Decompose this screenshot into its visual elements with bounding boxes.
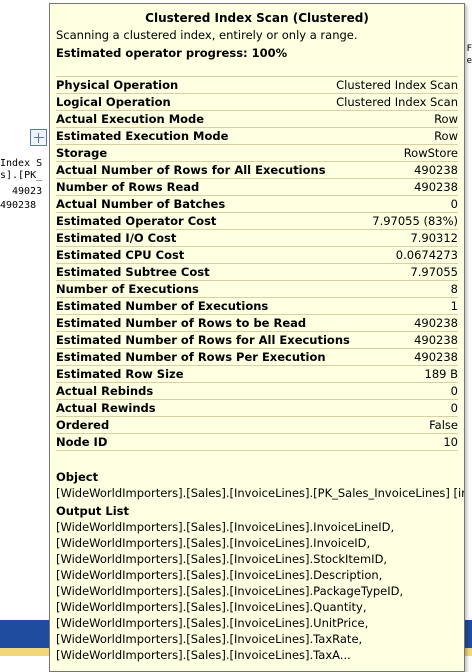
property-row: Actual Execution Mode Row	[56, 111, 458, 128]
clustered-index-scan-icon[interactable]	[30, 129, 47, 146]
plan-node-rows: 490238	[0, 200, 37, 211]
properties-table: Physical Operation Clustered Index Scan Lo…	[56, 76, 458, 451]
property-label: Estimated Subtree Cost	[56, 265, 210, 279]
property-value: 7.90312	[410, 231, 458, 245]
operator-progress: Estimated operator progress: 100%	[56, 46, 288, 60]
property-row: Estimated Subtree Cost 7.97055	[56, 264, 458, 281]
output-column: [WideWorldImporters].[Sales].[InvoiceLin…	[56, 520, 395, 534]
property-value: 490238	[414, 333, 458, 347]
output-list-lines: [WideWorldImporters].[Sales].[InvoiceLin…	[56, 519, 458, 663]
property-value: RowStore	[403, 146, 458, 160]
property-label: Estimated Number of Rows to be Read	[56, 316, 307, 330]
output-column: [WideWorldImporters].[Sales].[InvoiceLin…	[56, 648, 351, 662]
property-value: 10	[443, 435, 458, 449]
property-value: False	[429, 418, 458, 432]
output-list-section: Output List [WideWorldImporters].[Sales]…	[56, 503, 458, 663]
property-label: Estimated Number of Rows for All Executi…	[56, 333, 350, 347]
output-column: [WideWorldImporters].[Sales].[InvoiceLin…	[56, 600, 367, 614]
property-row: Ordered False	[56, 417, 458, 434]
property-row: Estimated Number of Rows for All Executi…	[56, 332, 458, 349]
property-label: Estimated I/O Cost	[56, 231, 177, 245]
property-value: 490238	[414, 163, 458, 177]
output-column: [WideWorldImporters].[Sales].[InvoiceLin…	[56, 552, 388, 566]
property-label: Estimated Operator Cost	[56, 214, 217, 228]
property-label: Number of Executions	[56, 282, 199, 296]
plan-edge-glyph: F	[466, 44, 472, 54]
property-value: Clustered Index Scan	[336, 95, 458, 109]
property-row: Estimated I/O Cost 7.90312	[56, 230, 458, 247]
property-row: Estimated Number of Rows to be Read 49023…	[56, 315, 458, 332]
object-section: Object [WideWorldImporters].[Sales].[Inv…	[56, 469, 465, 501]
output-column: [WideWorldImporters].[Sales].[InvoiceLin…	[56, 616, 369, 630]
object-value: [WideWorldImporters].[Sales].[InvoiceLin…	[56, 486, 465, 500]
property-value: 1	[450, 299, 458, 313]
property-label: Physical Operation	[56, 78, 179, 92]
property-row: Actual Rewinds 0	[56, 400, 458, 417]
property-label: Estimated Execution Mode	[56, 129, 229, 143]
property-label: Actual Rebinds	[56, 384, 154, 398]
property-value: Row	[434, 112, 458, 126]
output-list-title: Output List	[56, 504, 129, 518]
plan-node-label: Index S	[0, 158, 43, 169]
property-label: Estimated Number of Rows Per Execution	[56, 350, 326, 364]
property-label: Storage	[56, 146, 108, 160]
property-label: Estimated Row Size	[56, 367, 184, 381]
property-label: Ordered	[56, 418, 110, 432]
property-value: Row	[434, 129, 458, 143]
output-column: [WideWorldImporters].[Sales].[InvoiceLin…	[56, 568, 383, 582]
property-label: Actual Number of Batches	[56, 197, 226, 211]
property-row: Storage RowStore	[56, 145, 458, 162]
property-label: Number of Rows Read	[56, 180, 200, 194]
property-row: Estimated Row Size 189 B	[56, 366, 458, 383]
property-row: Logical Operation Clustered Index Scan	[56, 94, 458, 111]
property-row: Physical Operation Clustered Index Scan	[56, 76, 458, 94]
property-value: 189 B	[424, 367, 459, 381]
plan-node-cost: 49023	[12, 186, 43, 197]
property-label: Actual Rewinds	[56, 401, 156, 415]
property-row: Estimated Operator Cost 7.97055 (83%)	[56, 213, 458, 230]
property-row: Number of Executions 8	[56, 281, 458, 298]
property-label: Logical Operation	[56, 95, 171, 109]
property-row: Estimated CPU Cost 0.0674273	[56, 247, 458, 264]
property-label: Actual Execution Mode	[56, 112, 205, 126]
property-value: 7.97055 (83%)	[372, 214, 458, 228]
plan-node-object: s].[PK_	[0, 170, 43, 181]
property-value: 0	[450, 197, 458, 211]
tooltip-title: Clustered Index Scan (Clustered)	[145, 11, 369, 25]
property-row: Actual Number of Batches 0	[56, 196, 458, 213]
tooltip-description: Scanning a clustered index, entirely or …	[56, 28, 358, 42]
property-value: 0	[450, 401, 458, 415]
property-value: 0	[450, 384, 458, 398]
property-value: 8	[450, 282, 458, 296]
property-value: 490238	[414, 316, 458, 330]
output-column: [WideWorldImporters].[Sales].[InvoiceLin…	[56, 584, 404, 598]
property-row: Estimated Number of Rows Per Execution 49…	[56, 349, 458, 366]
operator-tooltip: Clustered Index Scan (Clustered) Scannin…	[49, 3, 465, 672]
property-value: 7.97055	[410, 265, 458, 279]
plan-edge-glyph: e	[466, 56, 472, 66]
property-label: Estimated Number of Executions	[56, 299, 269, 313]
property-row: Actual Rebinds 0	[56, 383, 458, 400]
object-title: Object	[56, 470, 99, 484]
property-label: Node ID	[56, 435, 108, 449]
property-row: Node ID 10	[56, 434, 458, 451]
property-label: Estimated CPU Cost	[56, 248, 185, 262]
property-row: Actual Number of Rows for All Executions…	[56, 162, 458, 179]
property-label: Actual Number of Rows for All Executions	[56, 163, 326, 177]
output-column: [WideWorldImporters].[Sales].[InvoiceLin…	[56, 632, 363, 646]
property-value: 490238	[414, 350, 458, 364]
property-value: 490238	[414, 180, 458, 194]
output-column: [WideWorldImporters].[Sales].[InvoiceLin…	[56, 536, 371, 550]
property-row: Estimated Execution Mode Row	[56, 128, 458, 145]
property-row: Estimated Number of Executions 1	[56, 298, 458, 315]
property-value: 0.0674273	[395, 248, 458, 262]
property-value: Clustered Index Scan	[336, 78, 458, 92]
property-row: Number of Rows Read 490238	[56, 179, 458, 196]
